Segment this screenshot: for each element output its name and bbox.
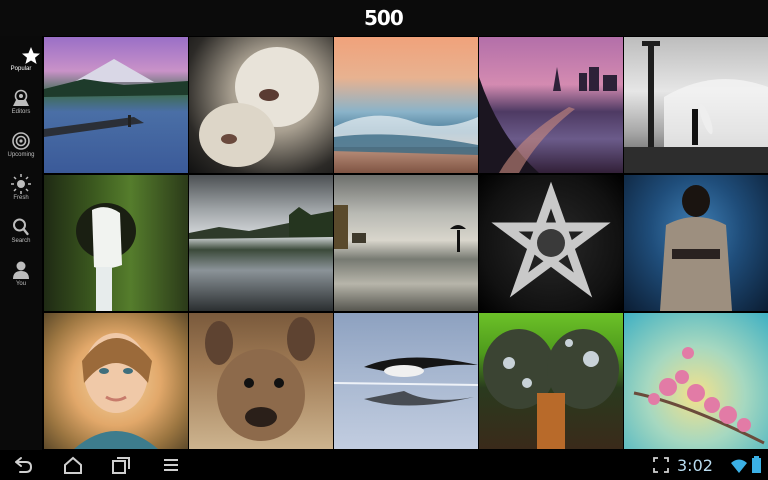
sun-icon [11, 174, 31, 194]
battery-icon [752, 456, 761, 473]
photo-hyena [205, 317, 315, 441]
sidebar-item-label: Popular [10, 66, 32, 72]
sidebar-item-upcoming[interactable]: Upcoming [0, 126, 42, 166]
photo-tile[interactable] [624, 175, 768, 311]
photo-portrait [74, 333, 158, 449]
system-navigation-bar [0, 450, 768, 480]
top-bar: 500 [0, 0, 768, 36]
photo-waterfall [76, 203, 136, 311]
search-icon [13, 218, 29, 236]
home-icon[interactable] [62, 454, 84, 476]
photo-insect-eyes [483, 329, 619, 449]
photo-grid [42, 36, 768, 450]
user-icon [13, 261, 29, 279]
sidebar-item-search[interactable]: Search [0, 212, 42, 252]
photo-tile[interactable] [334, 175, 478, 311]
photo-tile[interactable] [334, 313, 478, 449]
photo-tile[interactable] [189, 175, 333, 311]
sidebar-item-popular[interactable]: Popular [0, 40, 42, 80]
photo-tile[interactable] [44, 37, 188, 173]
sidebar-item-label: Editors [11, 109, 31, 115]
photo-tile[interactable] [44, 313, 188, 449]
sidebar-item-fresh[interactable]: Fresh [0, 169, 42, 209]
sidebar-item-label: Search [11, 238, 31, 244]
photo-umbrella-beach [334, 205, 466, 252]
photo-tile[interactable] [189, 313, 333, 449]
back-icon[interactable] [12, 454, 34, 476]
photo-tile[interactable] [334, 37, 478, 173]
sidebar-item-you[interactable]: You [0, 255, 42, 295]
editors-badge-icon [13, 89, 29, 106]
app-logo: 500 [364, 6, 404, 30]
photo-tile[interactable] [189, 37, 333, 173]
photo-tile[interactable] [44, 175, 188, 311]
photo-tile[interactable] [479, 37, 623, 173]
clock: 3:02 [677, 456, 713, 475]
menu-icon[interactable] [160, 454, 182, 476]
photo-blossoms [633, 347, 765, 445]
target-icon [12, 132, 30, 150]
sidebar-item-label: Upcoming [7, 152, 35, 158]
star-icon [22, 47, 40, 64]
recent-apps-icon[interactable] [110, 454, 132, 476]
photo-city-waterfront [479, 67, 617, 173]
photo-tile[interactable] [624, 37, 768, 173]
photo-surfer-pier [624, 41, 768, 173]
photo-tile[interactable] [479, 175, 623, 311]
sidebar-item-label: Fresh [13, 195, 29, 201]
photo-tile[interactable] [624, 313, 768, 449]
photo-tile[interactable] [479, 313, 623, 449]
sidebar: Popular Editors Upcoming Fresh Search Yo… [0, 36, 42, 450]
screen-compat-icon[interactable] [650, 454, 672, 476]
photo-mountain-lake [44, 59, 188, 137]
sidebar-item-editors[interactable]: Editors [0, 83, 42, 123]
sidebar-item-label: You [15, 281, 27, 287]
photo-lions [199, 47, 319, 167]
photo-skimmer-bird [334, 357, 478, 406]
photo-dancers-star [491, 181, 611, 298]
photo-woman-back [660, 185, 732, 311]
photo-ocean-wave [334, 115, 478, 155]
photo-lake-reflection [189, 207, 333, 239]
